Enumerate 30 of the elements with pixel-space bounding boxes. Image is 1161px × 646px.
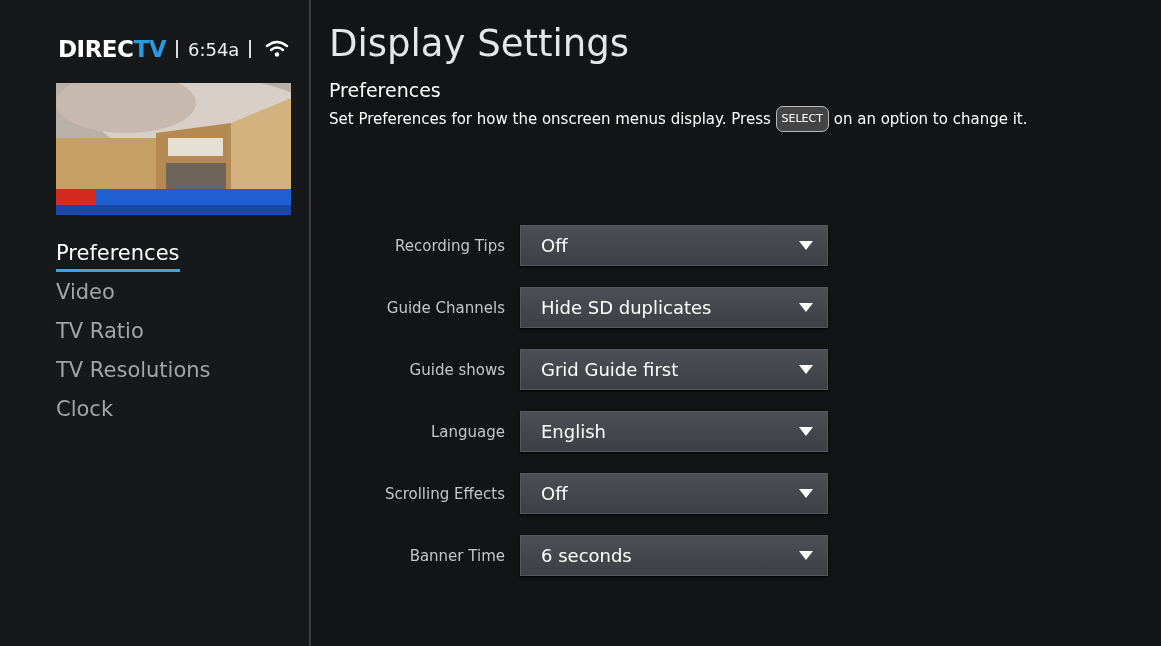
caret-icon: [799, 427, 813, 436]
caret-icon: [799, 303, 813, 312]
dropdown[interactable]: English: [520, 411, 828, 452]
page-title: Display Settings: [329, 21, 630, 67]
setting-label: Scrolling Effects: [383, 484, 505, 503]
dropdown[interactable]: Grid Guide first: [520, 349, 828, 390]
clock-time: 6:54a: [187, 38, 240, 60]
dropdown[interactable]: Off: [520, 225, 828, 266]
setting-label: Language: [429, 422, 505, 441]
caret-icon: [799, 489, 813, 498]
menu-item[interactable]: Video: [56, 280, 115, 311]
menu-item[interactable]: Preferences: [56, 241, 180, 272]
menu-item[interactable]: TV Resolutions: [56, 358, 211, 389]
wifi-icon: [265, 40, 290, 58]
description-text: Set Preferences for how the onscreen menus display. Press SELECT on an option to change it.: [329, 106, 1161, 132]
setting-label: Recording Tips: [394, 236, 505, 255]
menu-item[interactable]: TV Ratio: [56, 319, 144, 350]
select-key: SELECT: [775, 106, 829, 132]
setting-label: Banner Time: [408, 546, 505, 565]
logo: DIRECTV: [58, 36, 166, 62]
setting-label: Guide Channels: [385, 298, 505, 317]
caret-icon: [799, 365, 813, 374]
section-heading: Preferences: [329, 78, 442, 102]
caret-icon: [799, 551, 813, 560]
caret-icon: [799, 241, 813, 250]
menu-item[interactable]: Clock: [56, 397, 114, 428]
setting-label: Guide shows: [408, 360, 505, 379]
dropdown[interactable]: Off: [520, 473, 828, 514]
dropdown[interactable]: Hide SD duplicates: [520, 287, 828, 328]
dropdown[interactable]: 6 seconds: [520, 535, 828, 576]
